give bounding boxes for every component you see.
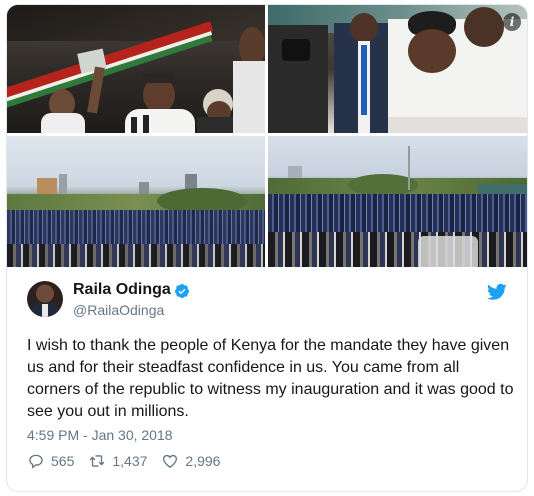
media-grid: i	[7, 5, 527, 267]
reply-icon	[29, 454, 43, 469]
tweet-actions: 565 1,437 2,996	[27, 451, 234, 471]
tweet-timestamp[interactable]: 4:59 PM - Jan 30, 2018	[27, 427, 173, 443]
retweet-button[interactable]: 1,437	[88, 452, 147, 470]
tweet-card[interactable]: i Raila Odinga @RailaOdinga I wish to th…	[6, 4, 528, 492]
avatar[interactable]	[27, 281, 63, 317]
reply-count: 565	[51, 453, 75, 469]
media-photo-2[interactable]: i	[268, 5, 527, 133]
like-count: 2,996	[185, 453, 221, 469]
media-photo-4[interactable]	[268, 136, 527, 267]
retweet-count: 1,437	[112, 453, 148, 469]
retweet-icon	[89, 455, 105, 467]
verified-badge-icon	[175, 284, 189, 299]
author-name[interactable]: Raila Odinga	[73, 281, 171, 299]
reply-button[interactable]: 565	[27, 452, 74, 470]
info-icon[interactable]: i	[503, 13, 521, 31]
like-button[interactable]: 2,996	[161, 452, 220, 470]
tweet-text: I wish to thank the people of Kenya for …	[27, 337, 514, 420]
heart-icon	[163, 454, 178, 469]
media-photo-1[interactable]	[7, 5, 265, 133]
media-photo-3[interactable]	[7, 136, 265, 267]
twitter-bird-icon[interactable]	[487, 283, 507, 301]
author-handle[interactable]: @RailaOdinga	[73, 302, 164, 318]
